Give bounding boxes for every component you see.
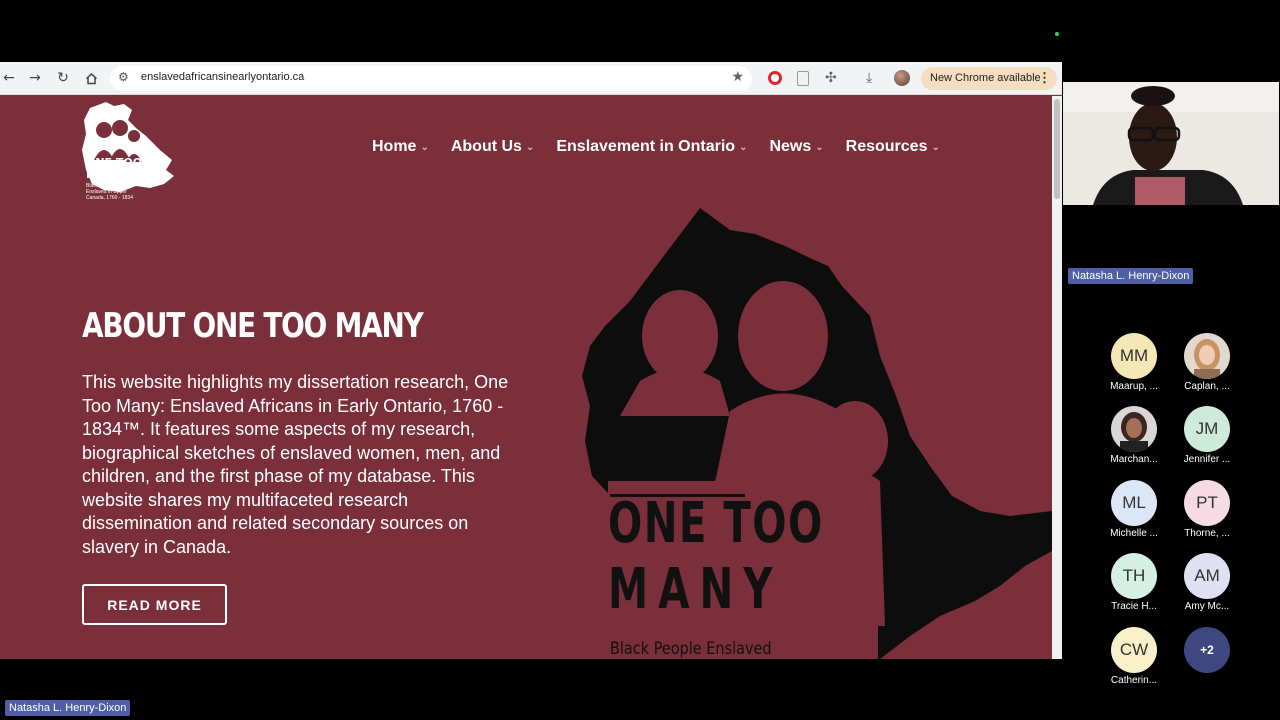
avatar: JM xyxy=(1184,406,1230,452)
chevron-down-icon: ⌄ xyxy=(815,141,824,153)
art-subtitle: Black People Enslaved xyxy=(610,639,772,659)
participant-tile[interactable]: Caplan, ... xyxy=(1172,333,1242,392)
participant-tile[interactable]: MM Maarup, ... xyxy=(1099,333,1169,392)
scroll-thumb[interactable] xyxy=(1054,99,1060,199)
chrome-update-label: New Chrome available xyxy=(930,72,1041,84)
hero-title: ABOUT ONE TOO MANY xyxy=(82,306,424,346)
forward-icon[interactable]: → xyxy=(26,69,44,87)
speaker-video-frame xyxy=(1063,82,1279,205)
participant-tile[interactable]: PT Thorne, ... xyxy=(1172,480,1242,539)
avatar-photo xyxy=(1184,333,1230,379)
address-bar[interactable]: ⚙ enslavedafricansinearlyontario.ca ★ xyxy=(110,66,752,91)
nav-label: Resources xyxy=(845,138,928,155)
web-page: ONE TOO MANY Black People Enslaved in Up… xyxy=(0,96,1052,659)
art-title-line1: ONE TOO xyxy=(608,491,824,556)
opera-extension-icon[interactable] xyxy=(768,71,782,85)
site-settings-icon[interactable]: ⚙ xyxy=(118,70,129,84)
participant-name: Tracie H... xyxy=(1111,601,1157,612)
bookmark-star-icon[interactable]: ★ xyxy=(731,69,744,85)
avatar-photo xyxy=(1111,406,1157,452)
chevron-down-icon: ⌄ xyxy=(931,141,940,153)
browser-window: ← → ↻ ⚙ enslavedafricansinearlyontario.c… xyxy=(0,62,1062,659)
url-text: enslavedafricansinearlyontario.ca xyxy=(141,71,305,83)
nav-label: About Us xyxy=(450,138,522,155)
profile-avatar[interactable] xyxy=(894,70,910,86)
recording-indicator xyxy=(1055,32,1059,36)
participant-tile[interactable]: TH Tracie H... xyxy=(1099,553,1169,612)
avatar: ML xyxy=(1111,480,1157,526)
avatar: PT xyxy=(1184,480,1230,526)
avatar: AM xyxy=(1184,553,1230,599)
participant-name: Caplan, ... xyxy=(1184,381,1230,392)
home-icon[interactable] xyxy=(82,69,100,87)
main-nav: Home ⌄ About Us ⌄ Enslavement in Ontario ⌄ … xyxy=(372,138,962,156)
nav-item-enslavement-in-ontario[interactable]: Enslavement in Ontario ⌄ xyxy=(556,138,747,156)
avatar: CW xyxy=(1111,627,1157,673)
avatar: MM xyxy=(1111,333,1157,379)
more-menu-icon[interactable]: ⋮ xyxy=(1038,70,1051,86)
participant-name: Maarup, ... xyxy=(1110,381,1158,392)
participant-name: Amy Mc... xyxy=(1184,601,1230,612)
avatar: TH xyxy=(1111,553,1157,599)
nav-label: Enslavement in Ontario xyxy=(556,138,736,155)
reload-icon[interactable]: ↻ xyxy=(54,69,72,87)
nav-item-resources[interactable]: Resources ⌄ xyxy=(846,138,940,156)
browser-toolbar: ← → ↻ ⚙ enslavedafricansinearlyontario.c… xyxy=(0,62,1062,95)
participant-tile[interactable]: ML Michelle ... xyxy=(1099,480,1169,539)
participant-name: Marchan... xyxy=(1110,454,1158,465)
participant-tile[interactable]: AM Amy Mc... xyxy=(1172,553,1242,612)
speaker-video xyxy=(1063,82,1279,205)
chevron-down-icon: ⌄ xyxy=(739,141,748,153)
participant-name: Michelle ... xyxy=(1110,528,1158,539)
nav-label: Home xyxy=(372,138,417,155)
logo-title-line2: MANY xyxy=(86,168,131,181)
download-icon[interactable]: ⤓ xyxy=(866,70,872,86)
extensions-icon[interactable]: ✣ xyxy=(825,70,837,86)
chevron-down-icon: ⌄ xyxy=(525,141,535,153)
presenter-name-tag: Natasha L. Henry-Dixon xyxy=(5,700,131,716)
more-participants-button[interactable]: +2 xyxy=(1184,627,1230,673)
participant-tile[interactable]: JM Jennifer ... xyxy=(1172,406,1242,465)
art-title-line2: MANY xyxy=(608,557,783,622)
participant-name: Catherin... xyxy=(1110,675,1158,686)
participant-tile[interactable]: Marchan... xyxy=(1099,406,1169,465)
document-extension-icon[interactable] xyxy=(797,71,809,86)
chevron-down-icon: ⌄ xyxy=(420,141,429,153)
speaker-name-tag: Natasha L. Henry-Dixon xyxy=(1068,268,1194,284)
back-icon[interactable]: ← xyxy=(0,69,18,87)
nav-label: News xyxy=(769,138,812,155)
nav-item-home[interactable]: Home ⌄ xyxy=(372,138,429,156)
participant-name: Thorne, ... xyxy=(1184,528,1230,539)
hero-body: This website highlights my dissertation … xyxy=(82,372,509,557)
page-scrollbar[interactable] xyxy=(1052,96,1062,659)
nav-item-about-us[interactable]: About Us ⌄ xyxy=(451,138,535,156)
participant-tile[interactable]: CW Catherin... xyxy=(1099,627,1169,686)
logo-tagline: Black People Enslaved in Upper Canada, 1… xyxy=(86,183,133,201)
chrome-update-button[interactable]: New Chrome available ⋮ xyxy=(921,67,1057,90)
participant-name: Jennifer ... xyxy=(1183,454,1231,465)
more-participants-tile[interactable]: +2 xyxy=(1172,627,1242,673)
nav-item-news[interactable]: News ⌄ xyxy=(769,138,823,156)
read-more-button[interactable]: READ MORE xyxy=(82,584,227,625)
site-logo[interactable] xyxy=(80,100,176,196)
